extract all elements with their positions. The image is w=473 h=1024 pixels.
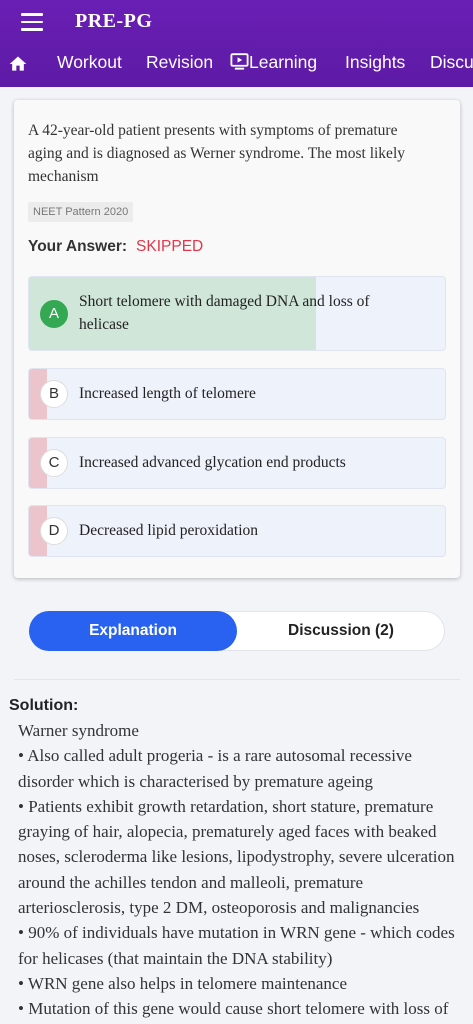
exam-tag: NEET Pattern 2020 — [28, 202, 134, 222]
option-a-text: Short telomere with damaged DNA and loss… — [79, 293, 370, 333]
option-c[interactable]: C Increased advanced glycation end produ… — [28, 437, 446, 489]
option-b-text: Increased length of telomere — [79, 385, 256, 402]
option-d-text: Decreased lipid peroxidation — [79, 522, 259, 539]
nav-revision[interactable]: Revision — [146, 52, 213, 73]
option-d-badge: D — [40, 517, 68, 545]
solution-body: Warner syndrome • Also called adult prog… — [18, 718, 467, 1022]
solution-line: • Also called adult progeria - is a rare… — [18, 746, 412, 791]
answer-status: SKIPPED — [136, 238, 204, 255]
solution-line: Warner syndrome — [18, 721, 139, 740]
home-icon[interactable] — [8, 54, 28, 74]
your-answer-label: Your Answer: — [28, 238, 128, 255]
nav-workout[interactable]: Workout — [57, 52, 122, 73]
solution-title: Solution: — [9, 697, 79, 714]
option-a-badge: A — [40, 300, 68, 328]
solution-line: • Patients exhibit growth retardation, s… — [18, 796, 455, 918]
option-b[interactable]: B Increased length of telomere — [28, 368, 446, 420]
tab-discussion[interactable]: Discussion (2) — [237, 611, 445, 651]
app-title: PRE-PG — [75, 10, 153, 32]
menu-icon[interactable] — [21, 13, 43, 31]
solution-line: • WRN gene also helps in telomere mainte… — [18, 973, 348, 993]
option-a[interactable]: A Short telomere with damaged DNA and lo… — [28, 276, 446, 351]
solution-line: • Mutation of this gene would cause shor… — [18, 999, 449, 1019]
option-c-text: Increased advanced glycation end product… — [79, 454, 346, 471]
nav-bar: Workout Revision Learning Insights Discu — [0, 48, 473, 82]
solution-line: • 90% of individuals have mutation in WR… — [18, 923, 455, 968]
option-c-badge: C — [40, 449, 68, 477]
app-header: PRE-PG Workout Revision Learning Insight… — [0, 0, 473, 87]
nav-learning[interactable]: Learning — [230, 52, 317, 73]
explanation-discussion-tabs: Explanation Discussion (2) — [29, 611, 445, 651]
nav-discussion[interactable]: Discu — [430, 52, 473, 73]
nav-learning-label: Learning — [249, 52, 318, 72]
divider — [14, 679, 460, 680]
nav-insights[interactable]: Insights — [345, 52, 405, 73]
your-answer: Your Answer: SKIPPED — [28, 238, 203, 256]
option-d[interactable]: D Decreased lipid peroxidation — [28, 505, 446, 557]
option-b-badge: B — [40, 380, 68, 408]
question-text: A 42-year-old patient presents with symp… — [28, 122, 405, 185]
question-card: A 42-year-old patient presents with symp… — [14, 100, 460, 578]
solution-section: Solution: Warner syndrome • Also called … — [9, 697, 467, 1022]
play-screen-icon — [230, 53, 249, 70]
tab-explanation[interactable]: Explanation — [29, 611, 237, 651]
